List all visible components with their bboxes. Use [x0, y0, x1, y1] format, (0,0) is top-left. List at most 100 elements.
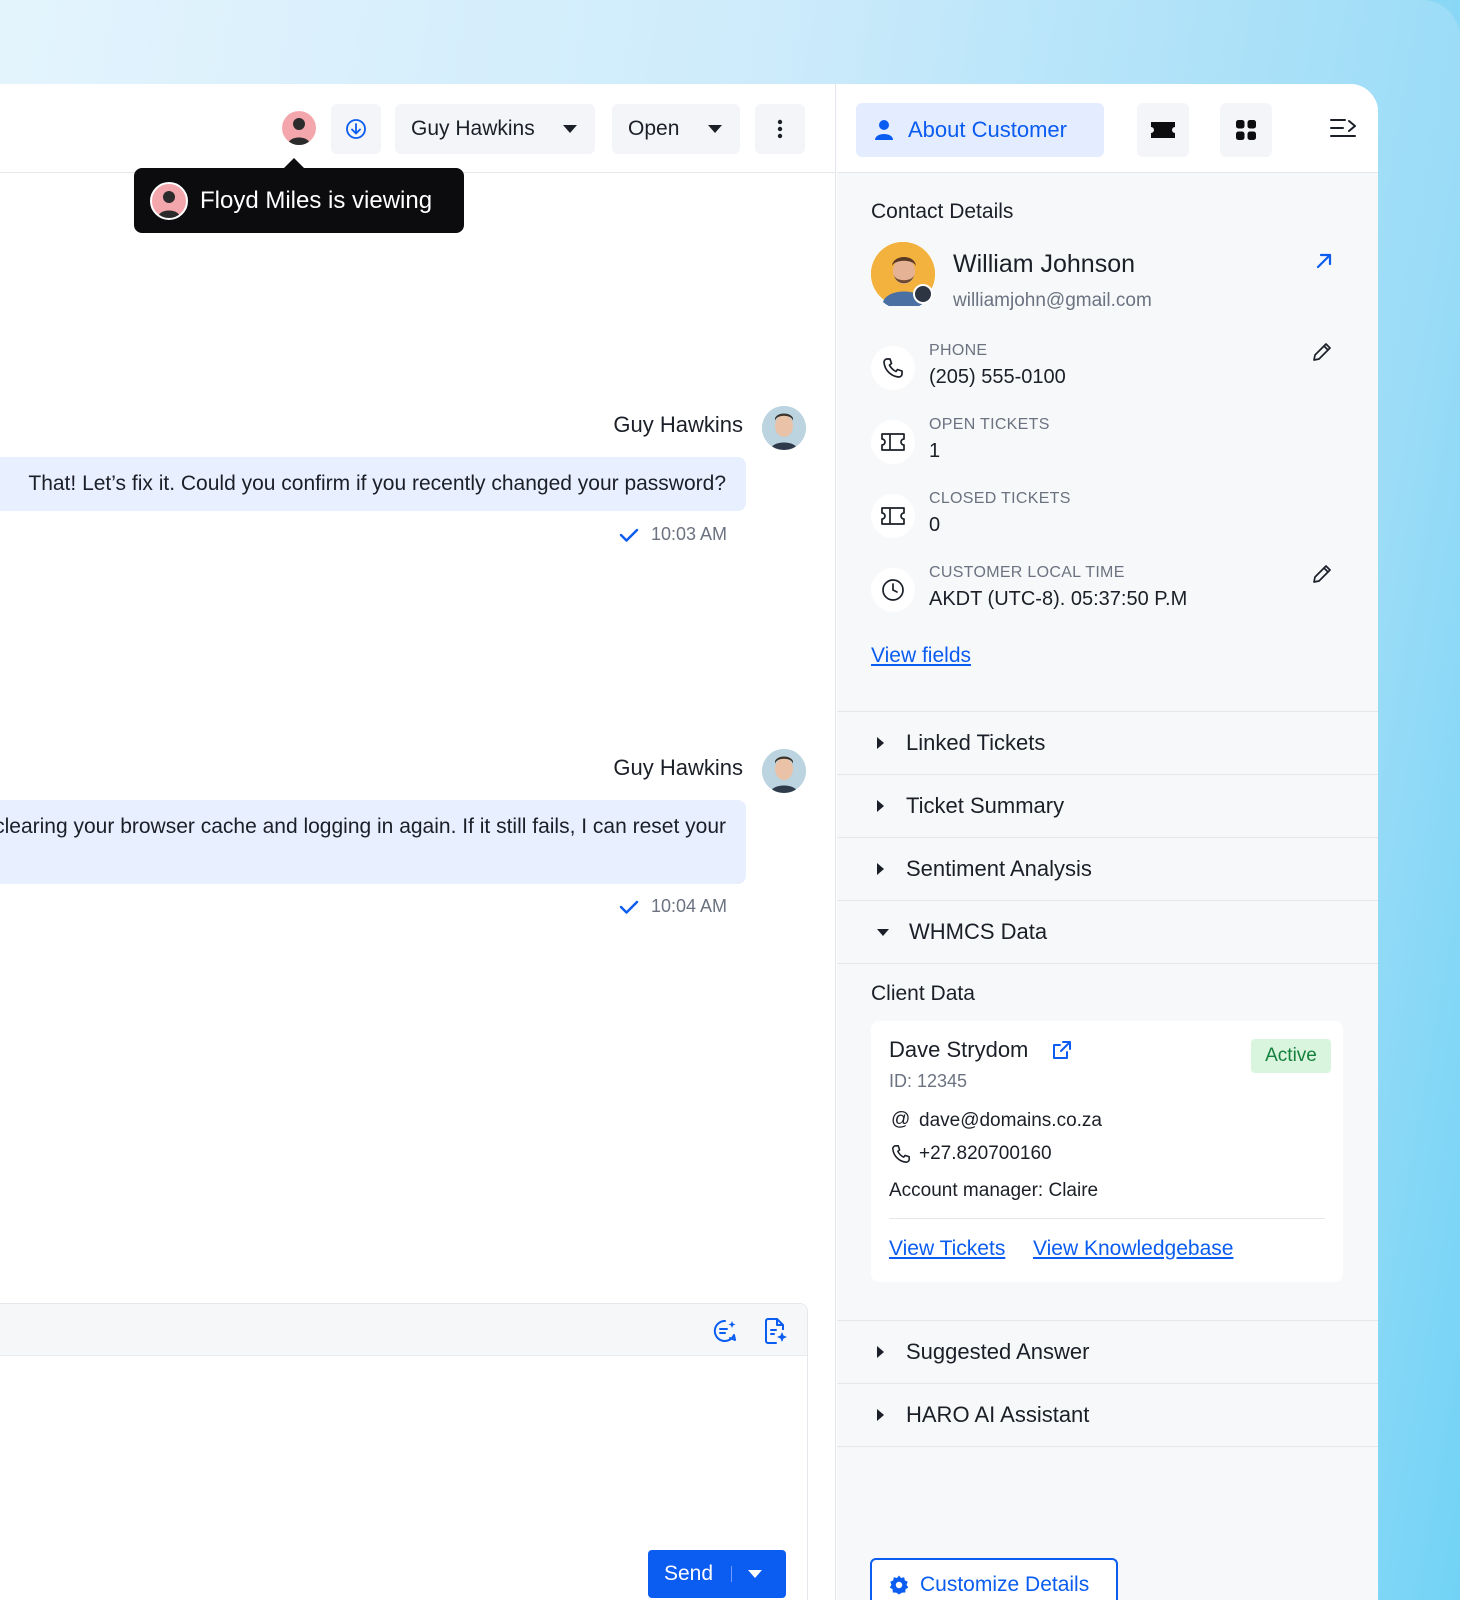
- status-value: Open: [628, 117, 680, 140]
- tab-apps[interactable]: [1220, 103, 1272, 157]
- message-meta: 10:04 AM: [619, 896, 727, 917]
- edit-pencil-icon[interactable]: [1311, 563, 1333, 585]
- conversation-toolbar: Guy Hawkins Open: [0, 84, 836, 173]
- client-phone: +27.820700160: [919, 1143, 1052, 1164]
- download-button[interactable]: [331, 104, 381, 154]
- clock-icon: [882, 579, 904, 601]
- edit-pencil-icon[interactable]: [1311, 341, 1333, 363]
- message-meta: 10:03 AM: [619, 524, 727, 545]
- closed-tickets-field-icon: [871, 494, 915, 538]
- customer-email: williamjohn@gmail.com: [953, 290, 1152, 311]
- local-time-value: AKDT (UTC-8). 05:37:50 P.M: [929, 588, 1188, 610]
- ai-chat-icon[interactable]: [712, 1318, 738, 1344]
- person-avatar-icon: [288, 118, 310, 145]
- divider: [837, 963, 1378, 964]
- customer-panel: About Customer Contact Details William J…: [837, 84, 1378, 1600]
- agent-avatar: [762, 749, 806, 793]
- tab-tickets[interactable]: [1137, 103, 1189, 157]
- gear-icon: [889, 1575, 909, 1595]
- more-options-button[interactable]: [755, 104, 805, 154]
- phone-field-icon: [871, 346, 915, 390]
- check-icon: [619, 900, 639, 914]
- ticket-icon: [881, 433, 905, 451]
- open-tickets-value: 1: [929, 440, 941, 462]
- section-label: HARO AI Assistant: [906, 1402, 1090, 1427]
- at-sign-icon: @: [891, 1109, 911, 1130]
- phone-icon: [883, 358, 903, 378]
- client-data-title: Client Data: [871, 982, 975, 1005]
- send-options-chevron-icon[interactable]: [748, 1570, 763, 1578]
- phone-icon: [892, 1145, 910, 1163]
- caret-right-icon: [877, 737, 884, 749]
- external-link-arrow-icon[interactable]: [1315, 252, 1333, 270]
- composer-toolbar: [0, 1304, 807, 1356]
- client-name: Dave Strydom: [889, 1037, 1029, 1062]
- ai-document-icon[interactable]: [762, 1317, 788, 1345]
- agent-avatar: [762, 406, 806, 450]
- external-link-icon[interactable]: [1051, 1039, 1073, 1061]
- view-tickets-link[interactable]: View Tickets: [889, 1237, 1005, 1261]
- caret-right-icon: [877, 863, 884, 875]
- section-ticket-summary[interactable]: Ticket Summary: [837, 774, 1378, 837]
- divider: [889, 1218, 1325, 1219]
- local-time-label: CUSTOMER LOCAL TIME: [929, 564, 1125, 581]
- customer-avatar: [871, 242, 935, 310]
- chevron-down-icon: [563, 125, 577, 133]
- open-tickets-label: OPEN TICKETS: [929, 416, 1050, 433]
- viewer-avatar[interactable]: [282, 111, 316, 145]
- message-sender: Guy Hawkins: [613, 412, 743, 437]
- section-whmcs-data[interactable]: WHMCS Data: [837, 900, 1378, 963]
- message-time: 10:03 AM: [650, 524, 727, 544]
- section-label: Suggested Answer: [906, 1339, 1090, 1364]
- section-suggested-answer[interactable]: Suggested Answer: [837, 1320, 1378, 1383]
- section-label: Linked Tickets: [906, 730, 1046, 755]
- caret-right-icon: [877, 1346, 884, 1358]
- client-card: Dave Strydom Active ID: 12345 @ dave@dom…: [871, 1021, 1343, 1282]
- section-label: Ticket Summary: [906, 793, 1065, 818]
- app-window: Guy Hawkins Open Floyd Miles is viewing: [0, 84, 1378, 1600]
- viewer-tooltip-text: Floyd Miles is viewing: [200, 186, 433, 214]
- chevron-down-icon: [708, 125, 722, 133]
- view-knowledgebase-link[interactable]: View Knowledgebase: [1033, 1237, 1233, 1261]
- divider: [837, 1446, 1378, 1447]
- message-time: 10:04 AM: [650, 896, 727, 916]
- message-bubble: That! Let’s fix it. Could you confirm if…: [0, 457, 746, 511]
- message-text: That! Let’s fix it. Could you confirm if…: [28, 472, 726, 495]
- section-label: Sentiment Analysis: [906, 856, 1092, 881]
- view-fields-link[interactable]: View fields: [871, 644, 971, 668]
- section-sentiment-analysis[interactable]: Sentiment Analysis: [837, 837, 1378, 900]
- section-linked-tickets[interactable]: Linked Tickets: [837, 711, 1378, 774]
- download-circle-icon: [346, 119, 366, 139]
- collapse-panel-icon[interactable]: [1329, 117, 1357, 139]
- client-email: dave@domains.co.za: [919, 1110, 1102, 1131]
- contact-details-title: Contact Details: [871, 200, 1014, 223]
- person-avatar-icon: [762, 406, 806, 450]
- client-id: ID: 12345: [889, 1071, 968, 1091]
- customer-name: William Johnson: [953, 250, 1136, 278]
- ticket-icon: [881, 507, 905, 525]
- closed-tickets-value: 0: [929, 514, 941, 536]
- message-text: Try clearing your browser cache and logg…: [0, 815, 726, 838]
- kebab-menu-icon: [777, 119, 783, 139]
- section-label: WHMCS Data: [909, 919, 1048, 944]
- caret-right-icon: [877, 800, 884, 812]
- viewer-tooltip-avatar: [150, 181, 188, 220]
- tab-about-customer-label: About Customer: [908, 117, 1067, 142]
- section-haro-ai-assistant[interactable]: HARO AI Assistant: [837, 1383, 1378, 1446]
- phone-label: PHONE: [929, 342, 988, 359]
- person-avatar-icon: [158, 190, 180, 218]
- assignee-value: Guy Hawkins: [411, 117, 535, 140]
- conversation-pane: Guy Hawkins Open Floyd Miles is viewing: [0, 84, 836, 1600]
- customize-details-button[interactable]: Customize Details: [870, 1558, 1118, 1600]
- caret-right-icon: [877, 1409, 884, 1421]
- send-button[interactable]: Send: [648, 1550, 786, 1598]
- tab-about-customer[interactable]: About Customer: [856, 103, 1104, 157]
- status-dropdown[interactable]: Open: [612, 104, 740, 154]
- account-manager: Account manager: Claire: [889, 1180, 1099, 1201]
- person-avatar-icon: [762, 749, 806, 793]
- viewer-tooltip: Floyd Miles is viewing: [134, 158, 464, 233]
- grid-apps-icon: [1236, 120, 1256, 140]
- status-badge: Active: [1251, 1039, 1331, 1073]
- closed-tickets-label: CLOSED TICKETS: [929, 490, 1071, 507]
- assignee-dropdown[interactable]: Guy Hawkins: [395, 104, 595, 154]
